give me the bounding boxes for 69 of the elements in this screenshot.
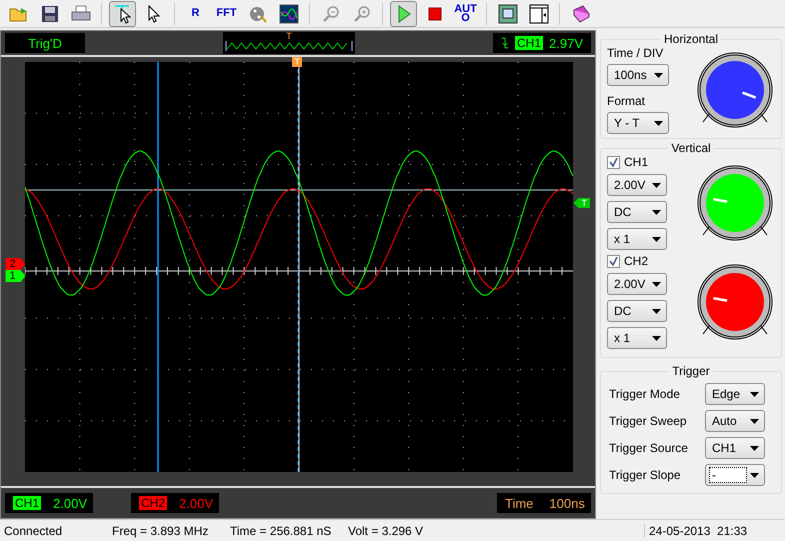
dropdown[interactable]: CH1 [705,437,765,459]
checkbox[interactable] [607,254,620,268]
field-label: Trigger Mode [609,387,680,401]
caret-icon [652,336,661,340]
dropdown[interactable]: x 1 [607,327,667,349]
field-label: Trigger Slope [609,468,681,482]
time-reading: Time = 256.881 nS [229,524,332,538]
waveform-chart-icon [278,4,298,24]
cursor-pointer-icon [112,4,132,24]
connection-status: Connected [3,524,64,538]
dropdown[interactable]: Auto [705,410,765,432]
group-title: Horizontal [662,32,720,46]
caret-icon [652,236,661,242]
channel-marker[interactable]: 2 [5,258,26,270]
caret-icon [652,182,661,188]
dropdown[interactable]: DC [607,201,667,223]
caret-icon [654,72,663,78]
caret-icon [750,392,759,396]
frequency-reading: Freq = 3.893 MHz [111,524,210,538]
date-time: 24-05-2013 21:33 [644,524,774,538]
toolbar-button[interactable]: FFT [213,0,240,26]
field-label: Format [607,94,646,108]
voltage-reading: Volt = 3.296 V [347,524,424,538]
channel-readout: CH1 2.00V [5,493,93,513]
time-readout: Time 100ns [497,493,591,513]
book-icon [570,4,590,24]
stop-icon [428,6,442,20]
knob[interactable] [695,162,775,242]
printer-icon [70,4,90,22]
window-panel-icon [528,4,548,24]
dropdown[interactable]: 100ns [607,64,669,86]
zoom-out-icon [322,4,340,22]
knob[interactable] [695,50,775,130]
falling-edge-icon [501,36,509,50]
screen-frame-icon [498,4,518,24]
checkbox-label: CH2 [624,254,648,268]
arrow-pointer-icon [146,4,162,24]
waveform-overview: T [223,32,355,54]
knob[interactable] [695,262,775,342]
caret-icon [652,308,661,314]
channel-readout: CH2 2.00V [131,493,219,513]
field-label: Trigger Source [609,441,688,455]
play-icon [396,4,412,22]
checkbox-label: CH1 [624,155,648,169]
caret-icon [652,210,661,214]
caret-icon [652,282,661,286]
caret-icon [654,120,663,126]
channel-marker[interactable]: 1 [5,270,26,282]
caret-icon [750,418,759,424]
field-label: Time / DIV [607,46,664,60]
dropdown[interactable]: 2.00V [607,174,667,196]
group-title: Trigger [671,364,711,378]
caret-icon [750,446,759,450]
dropdown[interactable]: Y - T [607,112,669,134]
trigger-state: Trig'D [5,33,85,53]
dropdown[interactable]: 2.00V [607,273,667,295]
checkbox[interactable] [607,156,620,168]
dropdown[interactable]: - [705,464,765,486]
field-label: Trigger Sweep [609,414,687,428]
dropdown[interactable]: x 1 [607,228,667,250]
toolbar-button[interactable] [109,0,136,26]
dropdown[interactable]: DC [607,300,667,322]
caret-icon [750,472,759,478]
zoom-in-icon [352,4,370,22]
dropdown[interactable]: Edge [705,383,765,405]
trigger-readout: CH1 2.97V [493,33,591,53]
toolbar-button[interactable]: AUTO [452,0,479,26]
toolbar-button[interactable]: R [182,0,209,26]
group-title: Vertical [670,141,712,155]
